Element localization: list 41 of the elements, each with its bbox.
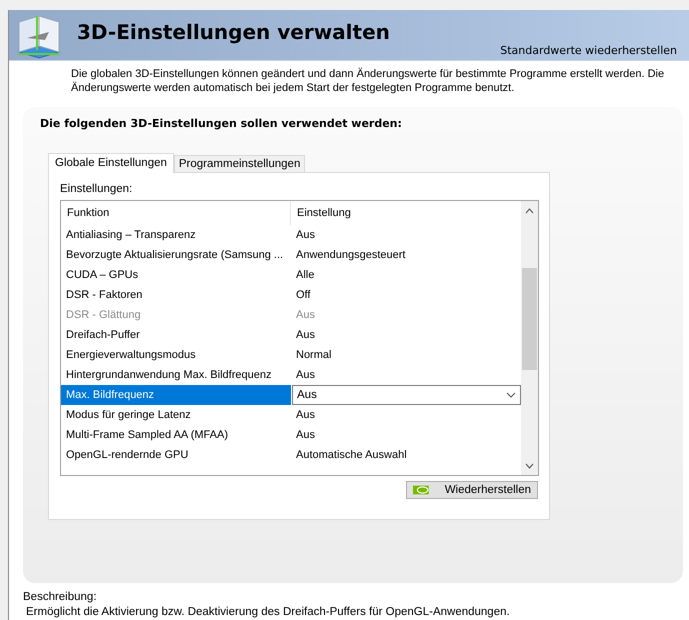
setting-cell-text: Aus <box>295 308 316 323</box>
setting-dropdown[interactable]: Aus <box>292 385 521 405</box>
description-label: Beschreibung: <box>23 591 98 603</box>
feature-cell[interactable]: Bevorzugte Aktualisierungsrate (Samsung ... <box>61 245 291 265</box>
panel-title: Die folgenden 3D-Einstellungen sollen verwendet werden: <box>40 117 403 130</box>
eye-logo-icon <box>413 485 429 495</box>
feature-cell[interactable]: Energieverwaltungsmodus <box>61 345 291 365</box>
setting-cell-text: Alle <box>295 268 316 283</box>
page-title: 3D-Einstellungen verwalten <box>77 19 391 46</box>
setting-cell-text: Aus <box>295 328 316 343</box>
setting-cell-text: Anwendungsgesteuert <box>295 248 406 263</box>
tab[interactable]: Globale Einstellungen <box>48 153 174 173</box>
feature-cell[interactable]: OpenGL-rendernde GPU <box>61 445 291 465</box>
setting-cell-text: Aus <box>295 408 316 423</box>
feature-cell[interactable]: Multi-Frame Sampled AA (MFAA) <box>61 425 291 445</box>
scroll-up-icon[interactable] <box>525 208 534 214</box>
feature-cell[interactable]: Max. Bildfrequenz <box>61 385 291 405</box>
feature-cell[interactable]: CUDA – GPUs <box>61 265 291 285</box>
column-header[interactable]: Funktion <box>61 201 291 225</box>
description-text: Ermöglicht die Aktivierung bzw. Deaktivierung des Dreifach-Puffers für OpenGL-Anwendungen. <box>26 606 511 618</box>
setting-cell-text: Off <box>295 288 312 303</box>
setting-cell-text: Aus <box>295 228 316 243</box>
feature-cell[interactable]: Antialiasing – Transparenz <box>61 225 291 245</box>
feature-cell[interactable]: DSR - Faktoren <box>61 285 291 305</box>
setting-cell-text: Aus <box>295 428 316 443</box>
feature-cell[interactable]: Modus für geringe Latenz <box>61 405 291 425</box>
feature-cell[interactable]: Hintergrundanwendung Max. Bildfrequenz <box>61 365 291 385</box>
setting-cell-text: Automatische Auswahl <box>295 448 408 463</box>
restore-defaults-link[interactable]: Standardwerte wiederherstellen <box>500 44 677 57</box>
column-header[interactable]: Einstellung <box>291 201 521 225</box>
scroll-thumb[interactable] <box>522 268 537 370</box>
chevron-down-icon <box>506 392 516 398</box>
restore-button[interactable]: Wiederherstellen <box>406 481 538 499</box>
setting-cell-text: Aus <box>295 368 316 383</box>
scroll-down-icon[interactable] <box>525 463 534 469</box>
tab[interactable]: Programmeinstellungen <box>174 155 306 173</box>
scrollbar[interactable] <box>521 201 538 475</box>
setting-cell-text: Normal <box>295 348 332 363</box>
feature-cell[interactable]: Dreifach-Puffer <box>61 325 291 345</box>
settings-label: Einstellungen: <box>60 183 134 195</box>
intro-text: Die globalen 3D-Einstellungen können geändert und dann Änderungswerte für bestimmte Programme erstellt werden. Die Änderungswerte werden automatisch bei jedem Start der festgelegten Programme benutzt. <box>71 67 666 95</box>
